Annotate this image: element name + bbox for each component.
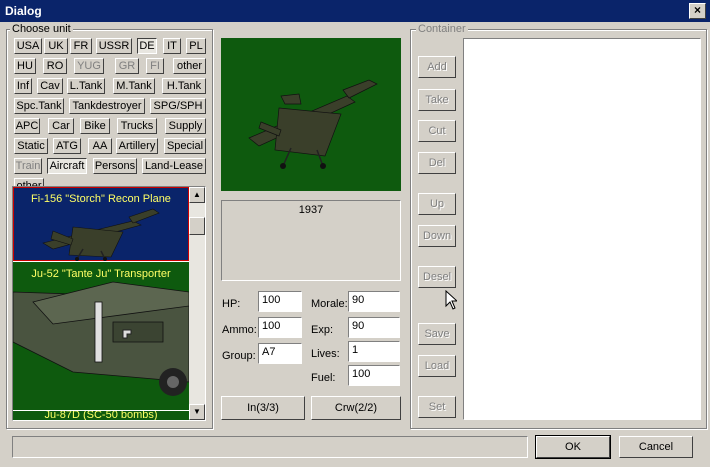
unit-list[interactable]: Fi-156 "Storch" Recon Plane Ju-52 "Tante… (12, 186, 206, 421)
ok-button[interactable]: OK (535, 435, 611, 459)
hp-label: HP: (222, 298, 241, 310)
unit-list-item[interactable]: Ju-52 "Tante Ju" Transporter (13, 262, 189, 410)
unit-filter-uk-button[interactable]: UK (44, 38, 68, 54)
morale-field[interactable]: 90 (348, 291, 400, 312)
unit-filter-tankdestroyer-button[interactable]: Tankdestroyer (69, 98, 145, 114)
unit-filter-land-lease-button[interactable]: Land-Lease (142, 158, 206, 174)
mouse-cursor-icon (445, 290, 457, 310)
scroll-down-button[interactable]: ▼ (189, 404, 205, 420)
ammo-label: Ammo: (222, 324, 257, 336)
exp-field[interactable]: 90 (348, 317, 400, 338)
unit-filter-usa-button[interactable]: USA (14, 38, 42, 54)
scroll-thumb[interactable] (189, 217, 205, 235)
cut-button[interactable]: Cut (418, 120, 456, 142)
fuel-field[interactable]: 100 (348, 365, 400, 386)
unit-filter-bike-button[interactable]: Bike (80, 118, 110, 134)
unit-list-item[interactable]: Fi-156 "Storch" Recon Plane (13, 187, 189, 261)
unit-filter-car-button[interactable]: Car (48, 118, 74, 134)
unit-filter-supply-button[interactable]: Supply (165, 118, 206, 134)
unit-filter-other-button[interactable]: other (173, 58, 206, 74)
set-button[interactable]: Set (418, 396, 456, 418)
unit-list-item[interactable]: Ju-87D (SC-50 bombs) (13, 411, 189, 421)
unit-filter-aircraft-button[interactable]: Aircraft (47, 158, 87, 174)
delete-button[interactable]: Del (418, 152, 456, 174)
load-button[interactable]: Load (418, 355, 456, 377)
unit-year: 1937 (298, 204, 324, 216)
unit-info-box: 1937 (221, 200, 401, 281)
exp-label: Exp: (311, 324, 334, 336)
morale-label: Morale: (311, 298, 348, 310)
unit-filter-m-tank-button[interactable]: M.Tank (113, 78, 155, 94)
ju52-plane-image (13, 281, 189, 396)
in-button[interactable]: In(3/3) (221, 396, 305, 420)
close-button[interactable]: × (689, 3, 706, 19)
ammo-field[interactable]: 100 (258, 317, 302, 338)
unit-filter-ro-button[interactable]: RO (43, 58, 67, 74)
unit-filter-inf-button[interactable]: Inf (14, 78, 32, 94)
fuel-label: Fuel: (311, 372, 336, 384)
container-list[interactable] (463, 38, 701, 420)
unit-filter-trucks-button[interactable]: Trucks (117, 118, 157, 134)
unit-filter-cav-button[interactable]: Cav (37, 78, 63, 94)
unit-filter-it-button[interactable]: IT (163, 38, 181, 54)
unit-filter-yug-button[interactable]: YUG (74, 58, 104, 74)
lives-field[interactable]: 1 (348, 341, 400, 362)
up-button[interactable]: Up (418, 193, 456, 215)
preview-plane-image (248, 79, 378, 169)
container-label: Container (416, 23, 468, 35)
group-field[interactable]: A7 (258, 343, 302, 364)
down-button[interactable]: Down (418, 225, 456, 247)
unit-filter-atg-button[interactable]: ATG (53, 138, 81, 154)
unit-filter-hu-button[interactable]: HU (14, 58, 36, 74)
unit-preview (221, 38, 401, 191)
unit-filter-spc-tank-button[interactable]: Spc.Tank (14, 98, 64, 114)
status-bar (12, 436, 528, 458)
unit-filter-spg-sph-button[interactable]: SPG/SPH (150, 98, 206, 114)
crew-button[interactable]: Crw(2/2) (311, 396, 401, 420)
unit-filter-artillery-button[interactable]: Artillery (116, 138, 158, 154)
save-button[interactable]: Save (418, 323, 456, 345)
unit-filter-h-tank-button[interactable]: H.Tank (162, 78, 206, 94)
unit-filter-de-button[interactable]: DE (137, 38, 157, 54)
storch-plane-image (42, 208, 160, 261)
unit-filter-aa-button[interactable]: AA (88, 138, 112, 154)
group-label: Group: (222, 350, 256, 362)
cancel-button[interactable]: Cancel (619, 436, 693, 458)
unit-list-scrollbar[interactable]: ▲ ▼ (189, 187, 205, 420)
unit-filter-fi-button[interactable]: FI (146, 58, 164, 74)
hp-field[interactable]: 100 (258, 291, 302, 312)
scroll-up-button[interactable]: ▲ (189, 187, 205, 203)
unit-filter-persons-button[interactable]: Persons (93, 158, 137, 174)
unit-filter-pl-button[interactable]: PL (186, 38, 206, 54)
unit-filter-l-tank-button[interactable]: L.Tank (67, 78, 105, 94)
window-title: Dialog (5, 4, 42, 18)
add-button[interactable]: Add (418, 56, 456, 78)
unit-filter-ussr-button[interactable]: USSR (96, 38, 132, 54)
choose-unit-label: Choose unit (10, 23, 73, 35)
unit-filter-train-button[interactable]: Train (14, 158, 42, 174)
lives-label: Lives: (311, 348, 340, 360)
unit-filter-gr-button[interactable]: GR (115, 58, 139, 74)
title-bar: Dialog × (0, 0, 710, 22)
unit-filter-apc-button[interactable]: APC (14, 118, 40, 134)
unit-filter-static-button[interactable]: Static (14, 138, 48, 154)
take-button[interactable]: Take (418, 89, 456, 111)
unit-filter-special-button[interactable]: Special (164, 138, 206, 154)
deselect-button[interactable]: Desel (418, 266, 456, 288)
unit-name: Ju-87D (SC-50 bombs) (44, 411, 158, 421)
unit-filter-fr-button[interactable]: FR (70, 38, 92, 54)
